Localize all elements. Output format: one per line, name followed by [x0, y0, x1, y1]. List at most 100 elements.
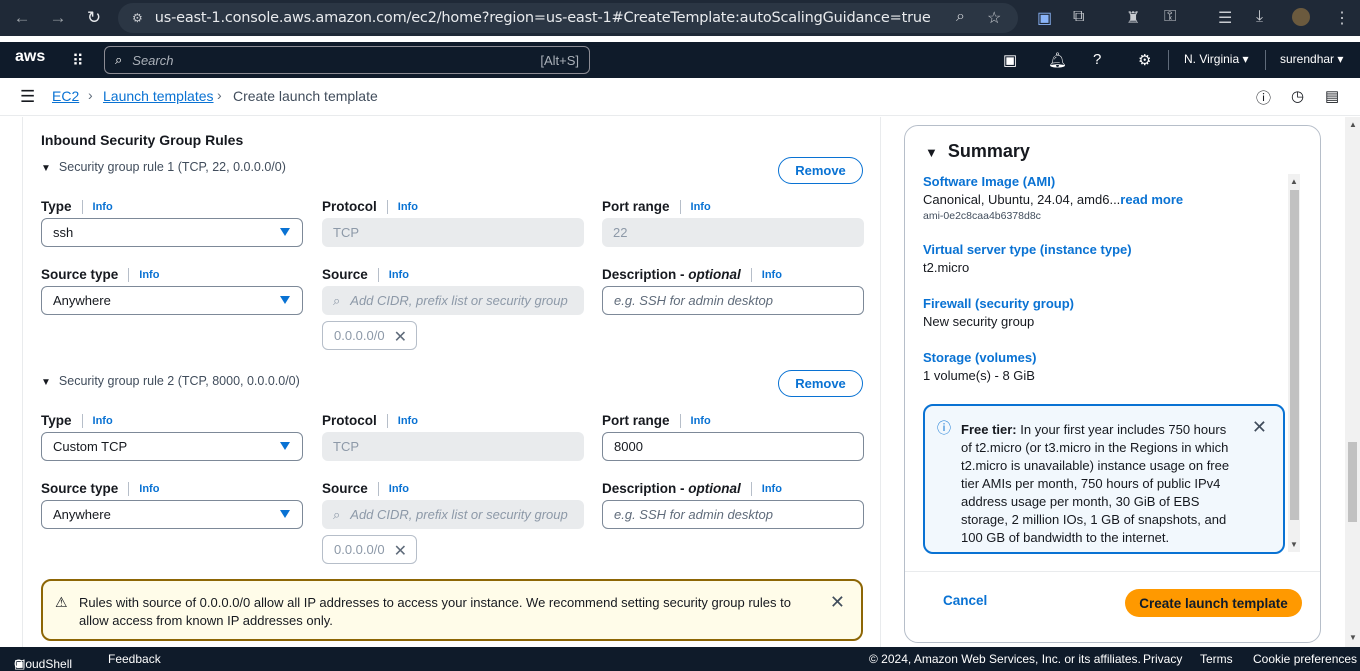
- source-type-select-1[interactable]: Anywhere: [41, 286, 303, 315]
- firewall-link[interactable]: Firewall (security group): [923, 296, 1074, 311]
- close-icon[interactable]: ✕: [394, 541, 407, 561]
- source-input-1[interactable]: ⌕ Add CIDR, prefix list or security group: [322, 286, 584, 315]
- settings-gear-icon[interactable]: ⚙: [1138, 51, 1151, 69]
- user-menu[interactable]: surendhar ▾: [1280, 52, 1343, 66]
- cloudshell-icon[interactable]: ▣: [1003, 51, 1017, 69]
- source-type-select-2[interactable]: Anywhere: [41, 500, 303, 529]
- source-type-value: Anywhere: [53, 507, 111, 522]
- scroll-down-icon[interactable]: ▼: [1349, 633, 1357, 642]
- type-select-2[interactable]: Custom TCP: [41, 432, 303, 461]
- type-info-link[interactable]: Info: [93, 201, 113, 213]
- history-icon[interactable]: ◷: [1291, 87, 1304, 105]
- feedback-link[interactable]: Feedback: [108, 652, 161, 666]
- source-info-link[interactable]: Info: [389, 269, 409, 281]
- read-more-link[interactable]: read more: [1120, 192, 1183, 207]
- translate-icon[interactable]: ▣: [1037, 8, 1052, 28]
- protocol-info-link[interactable]: Info: [398, 201, 418, 213]
- storage-link[interactable]: Storage (volumes): [923, 350, 1036, 365]
- free-tier-text: Free tier: In your first year includes 7…: [961, 421, 1239, 547]
- description-input-1[interactable]: e.g. SSH for admin desktop: [602, 286, 864, 315]
- divider: [905, 571, 1320, 572]
- caret-down-icon: ▼: [41, 377, 51, 388]
- help-icon[interactable]: ?: [1093, 51, 1101, 68]
- instance-type-link[interactable]: Virtual server type (instance type): [923, 242, 1132, 257]
- port-range-info-link[interactable]: Info: [691, 201, 711, 213]
- terms-link[interactable]: Terms: [1200, 652, 1233, 666]
- caret-down-icon: [280, 510, 290, 518]
- remove-rule-2-button[interactable]: Remove: [778, 370, 863, 397]
- site-info-icon[interactable]: ⚙: [132, 11, 143, 25]
- breadcrumb-ec2[interactable]: EC2: [52, 88, 79, 104]
- rule-1-header[interactable]: ▼ Security group rule 1 (TCP, 22, 0.0.0.0…: [41, 160, 286, 174]
- port-range-info-link[interactable]: Info: [691, 415, 711, 427]
- description-info-link[interactable]: Info: [762, 483, 782, 495]
- divider: [880, 117, 881, 647]
- scroll-up-icon[interactable]: ▲: [1349, 120, 1357, 129]
- description-placeholder: e.g. SSH for admin desktop: [614, 507, 773, 522]
- protocol-field-2: TCP: [322, 432, 584, 461]
- forward-icon[interactable]: →: [40, 8, 76, 28]
- rule-2-header[interactable]: ▼ Security group rule 2 (TCP, 8000, 0.0.0…: [41, 374, 300, 388]
- scrollbar-thumb[interactable]: [1348, 442, 1357, 522]
- console-footer: ▣ CloudShell Feedback © 2024, Amazon Web…: [0, 647, 1360, 671]
- search-input[interactable]: ⌕ Search [Alt+S]: [104, 46, 590, 74]
- source-type-label-text: Source type: [41, 481, 119, 496]
- source-type-value: Anywhere: [53, 293, 111, 308]
- feedback-panel-icon[interactable]: ▤: [1325, 87, 1339, 105]
- copyright-text: © 2024, Amazon Web Services, Inc. or its…: [869, 652, 1141, 666]
- summary-scrollbar[interactable]: ▲ ▼: [1288, 174, 1300, 552]
- type-info-link[interactable]: Info: [93, 415, 113, 427]
- scrollbar-thumb[interactable]: [1290, 190, 1299, 520]
- port-range-input-2[interactable]: 8000: [602, 432, 864, 461]
- search-shortcut: [Alt+S]: [540, 52, 579, 68]
- close-icon[interactable]: ✕: [394, 327, 407, 347]
- aws-logo[interactable]: aws: [15, 48, 45, 66]
- source-input-2[interactable]: ⌕ Add CIDR, prefix list or security group: [322, 500, 584, 529]
- reading-list-icon[interactable]: ☰: [1218, 8, 1232, 28]
- search-placeholder: Search: [132, 52, 174, 68]
- type-label-text: Type: [41, 413, 72, 428]
- cancel-button[interactable]: Cancel: [943, 593, 987, 608]
- protocol-label-text: Protocol: [322, 199, 377, 214]
- source-info-link[interactable]: Info: [389, 483, 409, 495]
- aws-top-nav: aws ⠿ ⌕ Search [Alt+S] ▣ 🔔︎ ? ⚙ N. Virgi…: [0, 42, 1360, 78]
- notifications-bell-icon[interactable]: 🔔︎: [1048, 51, 1067, 69]
- cookie-preferences-link[interactable]: Cookie preferences: [1253, 652, 1357, 666]
- scroll-up-icon[interactable]: ▲: [1290, 177, 1298, 186]
- page-scrollbar[interactable]: ▲ ▼: [1345, 117, 1360, 647]
- protocol-info-link[interactable]: Info: [398, 415, 418, 427]
- remove-rule-1-button[interactable]: Remove: [778, 157, 863, 184]
- extensions-icon[interactable]: ⧉: [1073, 8, 1084, 26]
- divider: [679, 199, 681, 214]
- info-circle-icon[interactable]: ⓘ: [1256, 87, 1271, 108]
- services-grid-icon[interactable]: ⠿: [72, 51, 84, 71]
- hamburger-menu-icon[interactable]: ☰: [20, 87, 35, 107]
- address-bar[interactable]: ⚙ us-east-1.console.aws.amazon.com/ec2/h…: [118, 3, 1018, 33]
- create-launch-template-button[interactable]: Create launch template: [1125, 589, 1302, 617]
- back-icon[interactable]: ←: [4, 8, 40, 28]
- description-info-link[interactable]: Info: [762, 269, 782, 281]
- summary-header[interactable]: ▼ Summary: [925, 141, 1030, 162]
- ami-link[interactable]: Software Image (AMI): [923, 174, 1055, 189]
- region-selector[interactable]: N. Virginia ▾: [1184, 52, 1249, 66]
- scroll-down-icon[interactable]: ▼: [1290, 540, 1298, 549]
- source-type-info-link[interactable]: Info: [139, 483, 159, 495]
- incognito-icon[interactable]: ♜: [1126, 8, 1140, 28]
- zoom-icon[interactable]: ⌕: [956, 8, 965, 26]
- security-warning-alert: ⚠ Rules with source of 0.0.0.0/0 allow a…: [41, 579, 863, 641]
- description-input-2[interactable]: e.g. SSH for admin desktop: [602, 500, 864, 529]
- profile-avatar[interactable]: [1292, 8, 1310, 26]
- close-icon[interactable]: ✕: [830, 592, 845, 613]
- divider: [679, 413, 681, 428]
- password-key-icon[interactable]: ⚿: [1164, 8, 1176, 26]
- menu-kebab-icon[interactable]: ⋮: [1334, 8, 1350, 28]
- reload-icon[interactable]: ↻: [76, 8, 112, 28]
- close-icon[interactable]: ✕: [1252, 417, 1267, 438]
- source-type-info-link[interactable]: Info: [139, 269, 159, 281]
- bookmark-star-icon[interactable]: ☆: [987, 8, 1001, 28]
- download-icon[interactable]: ⤓: [1256, 8, 1263, 26]
- privacy-link[interactable]: Privacy: [1143, 652, 1182, 666]
- type-select-1[interactable]: ssh: [41, 218, 303, 247]
- caret-down-icon: [280, 296, 290, 304]
- breadcrumb-launch-templates[interactable]: Launch templates: [103, 88, 214, 104]
